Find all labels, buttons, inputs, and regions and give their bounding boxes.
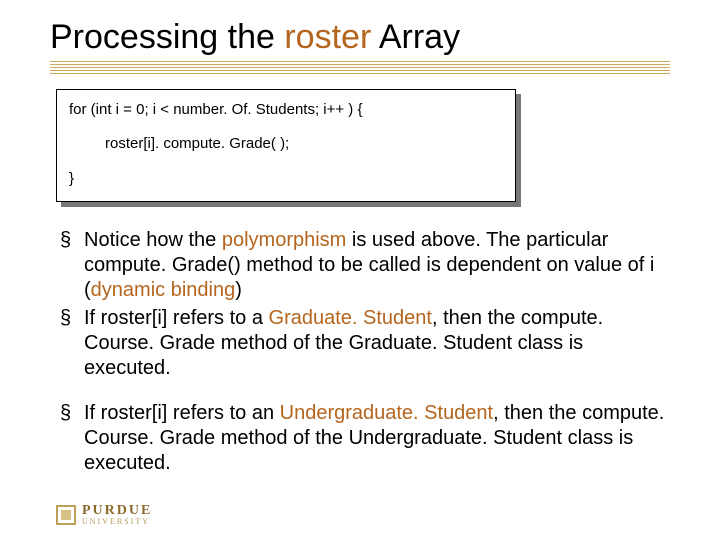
title-post: Array — [371, 18, 460, 56]
bullet-text: ) — [235, 279, 242, 301]
keyword: polymorphism — [222, 229, 346, 251]
code-box: for (int i = 0; i < number. Of. Students… — [56, 89, 516, 202]
title-accent: roster — [284, 18, 371, 56]
bullet-item: If roster[i] refers to an Undergraduate.… — [54, 401, 666, 476]
keyword: Undergraduate. Student — [280, 402, 494, 424]
bullet-item: If roster[i] refers to a Graduate. Stude… — [54, 306, 666, 381]
bullet-text: If roster[i] refers to an — [84, 402, 280, 424]
code-line-3: } — [69, 170, 74, 187]
slide-title: Processing the roster Array — [50, 18, 670, 57]
bullet-text: If roster[i] refers to a — [84, 307, 269, 329]
logo-sub: UNIVERSITY — [82, 518, 152, 526]
code-box-inner: for (int i = 0; i < number. Of. Students… — [56, 89, 516, 202]
title-pre: Processing the — [50, 18, 284, 56]
logo-seal-icon — [56, 505, 76, 525]
keyword: Graduate. Student — [269, 307, 432, 329]
bullet-list: Notice how the polymorphism is used abov… — [54, 228, 666, 476]
code-line-2: roster[i]. compute. Grade( ); — [105, 134, 503, 154]
slide: Processing the roster Array for (int i =… — [0, 0, 720, 476]
purdue-logo: PURDUE UNIVERSITY — [56, 504, 152, 526]
bullet-text: Notice how the — [84, 229, 222, 251]
bullet-item: Notice how the polymorphism is used abov… — [54, 228, 666, 303]
logo-text: PURDUE UNIVERSITY — [82, 504, 152, 526]
divider-band — [50, 61, 670, 75]
keyword: dynamic binding — [91, 279, 236, 301]
logo-main: PURDUE — [82, 504, 152, 518]
code-line-1: for (int i = 0; i < number. Of. Students… — [69, 101, 362, 118]
